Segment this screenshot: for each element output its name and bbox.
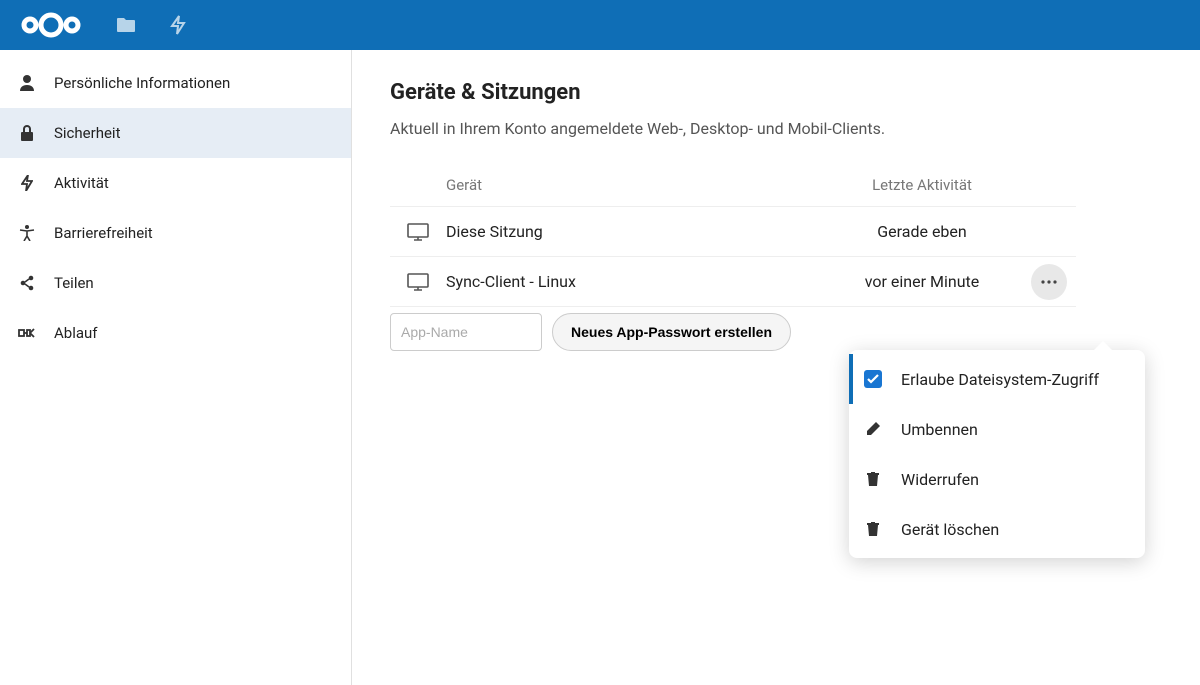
- sidebar-item-label: Sicherheit: [54, 124, 120, 142]
- sidebar-item-label: Persönliche Informationen: [54, 74, 230, 92]
- monitor-icon: [390, 223, 446, 241]
- menu-item-label: Umbennen: [901, 420, 978, 439]
- checkbox-checked-icon: [863, 370, 883, 388]
- sidebar-item-label: Aktivität: [54, 174, 109, 192]
- bolt-icon: [18, 175, 36, 191]
- menu-item-allow-filesystem[interactable]: Erlaube Dateisystem-Zugriff: [849, 354, 1145, 404]
- flow-icon: [18, 326, 36, 340]
- sidebar-item-label: Ablauf: [54, 324, 98, 342]
- sidebar-item-label: Barrierefreiheit: [54, 224, 153, 242]
- app-name-input[interactable]: [390, 313, 542, 351]
- create-app-password-button[interactable]: Neues App-Passwort erstellen: [552, 313, 791, 351]
- session-device-name: Diese Sitzung: [446, 222, 822, 241]
- session-row: Sync-Client - Linux vor einer Minute: [390, 257, 1076, 307]
- files-app-icon[interactable]: [116, 16, 136, 34]
- page-subtitle: Aktuell in Ihrem Konto angemeldete Web-,…: [390, 119, 1162, 138]
- sidebar-item-flow[interactable]: Ablauf: [0, 308, 351, 358]
- content-area: Geräte & Sitzungen Aktuell in Ihrem Kont…: [352, 50, 1200, 685]
- session-activity: vor einer Minute: [822, 272, 1022, 291]
- menu-item-rename[interactable]: Umbennen: [849, 404, 1145, 454]
- session-actions-button[interactable]: [1031, 264, 1067, 300]
- lock-icon: [18, 125, 36, 141]
- activity-app-icon[interactable]: [170, 15, 186, 35]
- pencil-icon: [863, 422, 883, 436]
- trash-icon: [863, 472, 883, 486]
- sessions-header: Gerät Letzte Aktivität: [390, 168, 1076, 207]
- trash-icon: [863, 522, 883, 536]
- sidebar-item-sharing[interactable]: Teilen: [0, 258, 351, 308]
- accessibility-icon: [18, 225, 36, 241]
- menu-item-label: Erlaube Dateisystem-Zugriff: [901, 370, 1099, 389]
- sidebar-item-label: Teilen: [54, 274, 94, 292]
- sidebar-item-security[interactable]: Sicherheit: [0, 108, 351, 158]
- settings-sidebar: Persönliche Informationen Sicherheit Akt…: [0, 50, 352, 685]
- sidebar-item-personal-info[interactable]: Persönliche Informationen: [0, 58, 351, 108]
- menu-item-label: Gerät löschen: [901, 520, 999, 539]
- session-row: Diese Sitzung Gerade eben: [390, 207, 1076, 257]
- column-header-activity: Letzte Aktivität: [822, 176, 1022, 194]
- session-device-name: Sync-Client - Linux: [446, 272, 822, 291]
- menu-item-wipe-device[interactable]: Gerät löschen: [849, 504, 1145, 554]
- menu-item-label: Widerrufen: [901, 470, 979, 489]
- user-icon: [18, 75, 36, 91]
- page-title: Geräte & Sitzungen: [390, 80, 1162, 105]
- session-activity: Gerade eben: [822, 222, 1022, 241]
- menu-item-revoke[interactable]: Widerrufen: [849, 454, 1145, 504]
- sidebar-item-activity[interactable]: Aktivität: [0, 158, 351, 208]
- share-icon: [18, 275, 36, 291]
- nextcloud-logo[interactable]: [20, 10, 82, 40]
- monitor-icon: [390, 273, 446, 291]
- session-actions-menu: Erlaube Dateisystem-Zugriff Umbennen Wid…: [849, 350, 1145, 558]
- new-app-password-row: Neues App-Passwort erstellen: [390, 313, 1076, 351]
- sidebar-item-accessibility[interactable]: Barrierefreiheit: [0, 208, 351, 258]
- sessions-table: Gerät Letzte Aktivität Diese Sitzung Ger…: [390, 168, 1076, 351]
- top-bar: [0, 0, 1200, 50]
- column-header-device: Gerät: [446, 176, 822, 194]
